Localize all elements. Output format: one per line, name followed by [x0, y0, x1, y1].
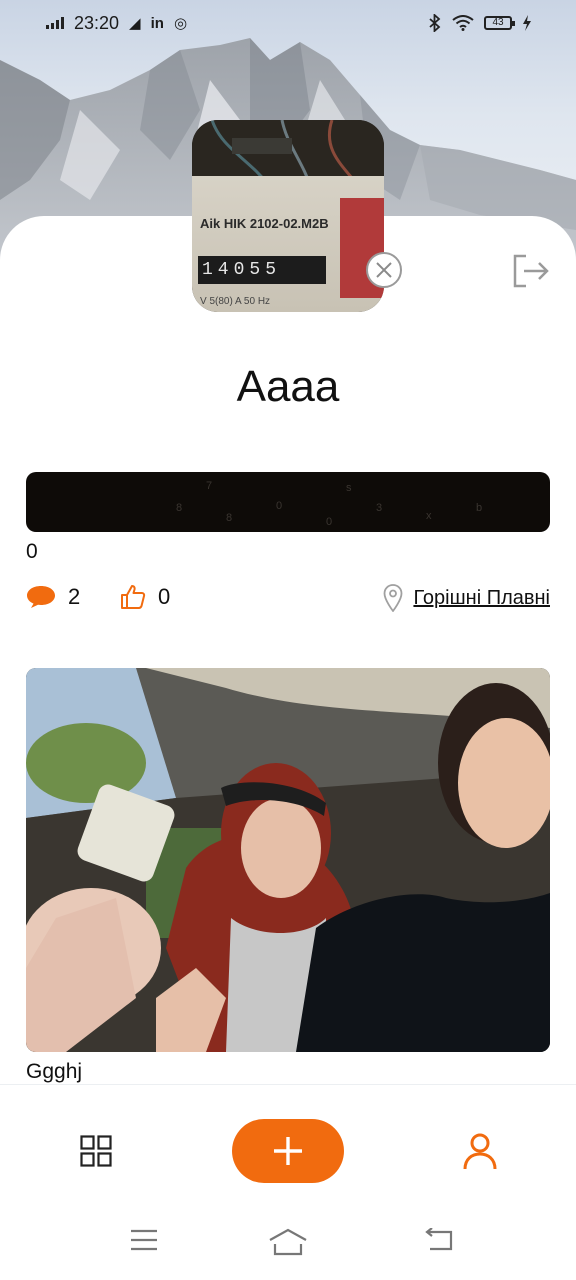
avatar-meter-label: Aik HIK 2102-02.M2B	[200, 216, 329, 231]
close-icon	[376, 262, 392, 278]
wifi-icon	[452, 15, 474, 31]
post-meta-row: 2 0 Горішні Плавні	[26, 584, 550, 614]
status-bar-left: 23:20 ◢ in ◎	[46, 13, 187, 34]
back-icon[interactable]	[424, 1228, 454, 1252]
remove-avatar-button[interactable]	[366, 252, 402, 288]
location-pin-icon	[384, 584, 403, 612]
logout-icon[interactable]	[512, 254, 550, 288]
avatar-meter-digits: 14055	[198, 256, 326, 284]
post-photo	[26, 668, 550, 1052]
status-bar-right: 43	[428, 14, 532, 32]
likes-counter[interactable]: 0	[120, 584, 170, 610]
instagram-icon: ◎	[173, 15, 188, 32]
likes-count: 0	[158, 584, 171, 609]
profile-username: Aaaa	[236, 362, 340, 411]
status-bar: 23:20 ◢ in ◎ 43	[0, 0, 576, 46]
post-caption: Ggghj	[26, 1060, 83, 1083]
battery-icon: 43	[484, 16, 515, 30]
bluetooth-icon	[429, 14, 441, 32]
comments-count: 2	[68, 584, 81, 609]
add-post-button[interactable]	[232, 1119, 344, 1183]
grid-icon[interactable]	[80, 1135, 112, 1167]
linkedin-icon: in	[150, 14, 164, 32]
bottom-nav	[0, 1084, 576, 1202]
comment-icon	[27, 586, 55, 608]
post-image[interactable]: 8 8 0 0 3 x b 7 s	[26, 472, 550, 532]
avatar[interactable]: Aik HIK 2102-02.M2B 14055 V 5(80) A 50 H…	[192, 120, 384, 312]
system-navigation-bar	[0, 1206, 576, 1280]
menu-icon[interactable]	[130, 1228, 158, 1252]
thumbs-up-icon	[121, 585, 146, 609]
profile-icon[interactable]	[462, 1133, 498, 1171]
telegram-icon: ◢	[129, 15, 141, 32]
post-location[interactable]: Горішні Плавні	[383, 584, 550, 612]
add-icon	[274, 1137, 302, 1165]
post-caption: 0	[26, 540, 38, 563]
home-icon[interactable]	[268, 1228, 308, 1256]
post-image[interactable]	[26, 668, 550, 1052]
status-time: 23:20	[74, 12, 120, 33]
signal-icon	[46, 17, 64, 29]
location-link[interactable]: Горішні Плавні	[413, 587, 550, 610]
avatar-meter-spec: V 5(80) A 50 Hz	[200, 296, 271, 307]
comments-counter[interactable]: 2	[26, 584, 80, 610]
charging-icon	[523, 15, 531, 31]
